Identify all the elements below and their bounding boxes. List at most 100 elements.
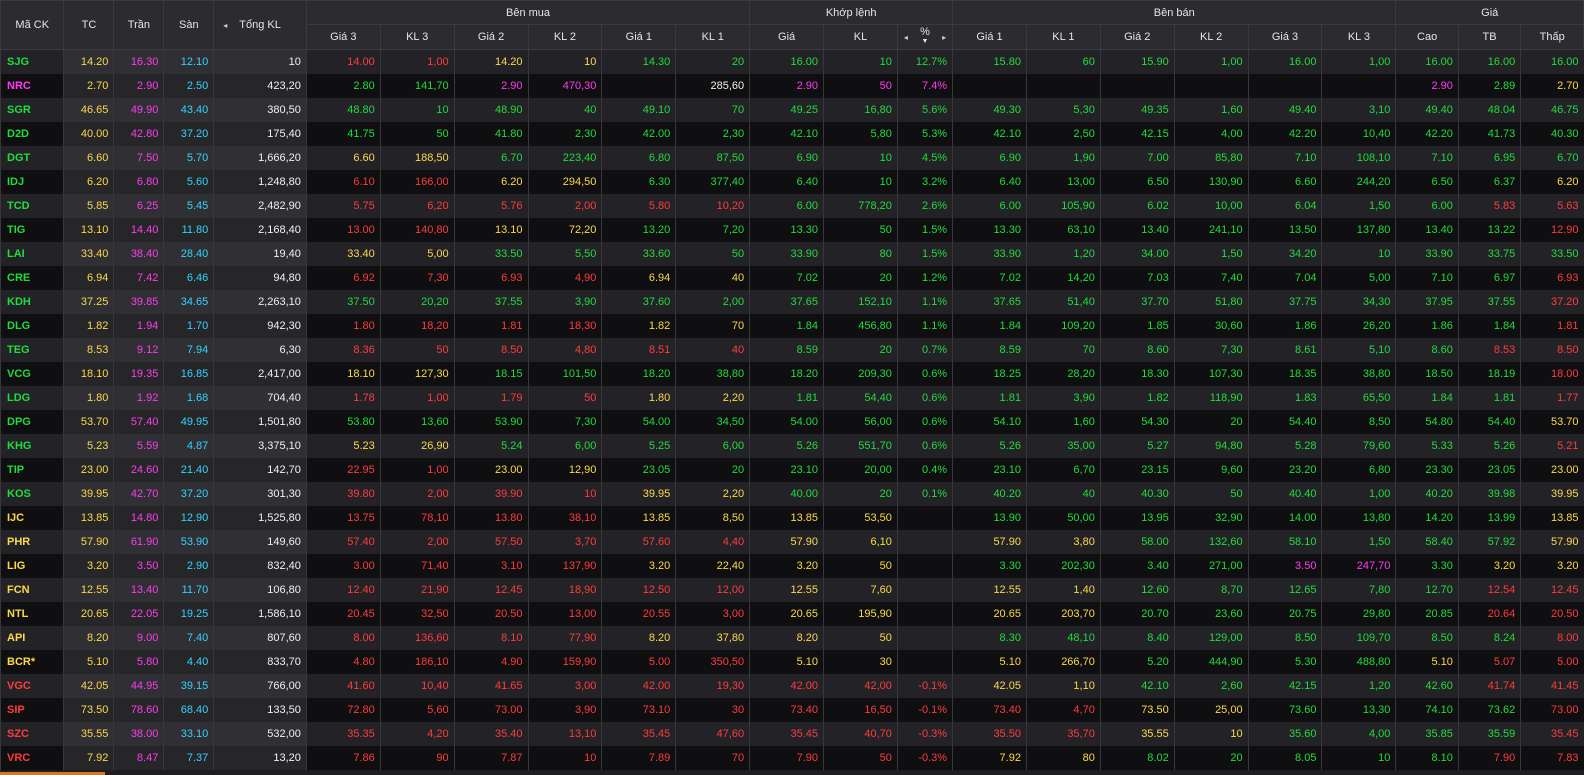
symbol-cell[interactable]: SJG	[0, 49, 64, 74]
table-row[interactable]: IDJ 6.20 6.80 5.60 1,248,80 6.10 166,00 6.20 294…	[0, 170, 1584, 194]
symbol-cell[interactable]: TIP	[0, 458, 64, 482]
symbol-cell[interactable]: VRC	[0, 746, 64, 770]
table-row[interactable]: KOS 39.95 42.70 37.20 301,30 39.80 2,00 39.90 10…	[0, 482, 1584, 506]
symbol-cell[interactable]: IJC	[0, 506, 64, 530]
table-row[interactable]: TIG 13.10 14.40 11.80 2,168,40 13.00 140,80 13.…	[0, 218, 1584, 242]
left-arrow-icon[interactable]: ◂	[901, 33, 911, 42]
table-row[interactable]: SIP 73.50 78.60 68.40 133,50 72.80 5,60 73.00 3,…	[0, 698, 1584, 722]
table-row[interactable]: SGR 46.65 49.90 43.40 380,50 48.80 10 48.90 40 49…	[0, 98, 1584, 122]
table-row[interactable]: DGT 6.60 7.50 5.70 1,666,20 6.60 188,50 6.70 223…	[0, 146, 1584, 170]
symbol-cell[interactable]: LDG	[0, 386, 64, 410]
table-row[interactable]: IJC 13.85 14.80 12.90 1,525,80 13.75 78,10 13.8…	[0, 506, 1584, 530]
right-arrow-icon[interactable]: ▸	[939, 33, 949, 42]
cell-b-g3: 41.60	[305, 674, 381, 698]
col-sell-price-1[interactable]: Giá 1	[952, 24, 1027, 50]
cell-s-g3: 1.83	[1247, 386, 1322, 410]
symbol-cell[interactable]: FCN	[0, 578, 64, 602]
table-row[interactable]: FCN 12.55 13.40 11.70 106,80 12.40 21,90 12.45 1…	[0, 578, 1584, 602]
symbol-cell[interactable]: KOS	[0, 482, 64, 506]
col-buy-vol-3[interactable]: KL 3	[379, 24, 455, 50]
symbol-cell[interactable]: CRE	[0, 266, 64, 290]
symbol-cell[interactable]: BCR*	[0, 650, 64, 674]
table-row[interactable]: CRE 6.94 7.42 6.46 94,80 6.92 7,30 6.93 4,90 6.94…	[0, 266, 1584, 290]
table-row[interactable]: API 8.20 9.00 7.40 807,60 8.00 136,60 8.10 77,90…	[0, 626, 1584, 650]
table-row[interactable]: LAI 33.40 38.40 28.40 19,40 33.40 5,00 33.50 5,5…	[0, 242, 1584, 266]
col-buy-price-2[interactable]: Giá 2	[453, 24, 529, 50]
col-buy-vol-1[interactable]: KL 1	[675, 24, 751, 50]
col-symbol[interactable]: Mã CK	[0, 0, 65, 50]
symbol-cell[interactable]: DGT	[0, 146, 64, 170]
table-row[interactable]: KHG 5.23 5.59 4.87 3,375,10 5.23 26,90 5.24 6,00…	[0, 434, 1584, 458]
col-avg[interactable]: TB	[1457, 24, 1522, 50]
table-row[interactable]: DLG 1.82 1.94 1.70 942,30 1.80 18,20 1.81 18,30 1…	[0, 314, 1584, 338]
col-buy-vol-2[interactable]: KL 2	[527, 24, 603, 50]
symbol-cell[interactable]: SIP	[0, 698, 64, 722]
cell-s-k3: 29,80	[1321, 602, 1396, 626]
cell-m-p	[896, 554, 953, 578]
table-row[interactable]: LIG 3.20 3.50 2.90 832,40 3.00 71,40 3.10 137,90…	[0, 554, 1584, 578]
symbol-cell[interactable]: PHR	[0, 530, 64, 554]
table-row[interactable]: TEG 8.53 9.12 7.94 6,30 8.36 50 8.50 4,80 8.51 40 8…	[0, 338, 1584, 362]
table-row[interactable]: TIP 23.00 24.60 21.40 142,70 22.95 1,00 23.00 12…	[0, 458, 1584, 482]
symbol-cell[interactable]: KDH	[0, 290, 64, 314]
symbol-cell[interactable]: SZC	[0, 722, 64, 746]
symbol-cell[interactable]: NRC	[0, 74, 64, 98]
symbol-cell[interactable]: TIG	[0, 218, 64, 242]
cell-tran: 5.59	[113, 434, 164, 458]
cell-s-k2: 118,90	[1173, 386, 1249, 410]
symbol-cell[interactable]: VCG	[0, 362, 64, 386]
symbol-cell[interactable]: TCD	[0, 194, 64, 218]
col-low[interactable]: Thấp	[1520, 24, 1584, 50]
cell-tot: 532,00	[213, 722, 307, 746]
cell-s-k1: 13,00	[1025, 170, 1101, 194]
col-high[interactable]: Cao	[1395, 24, 1459, 50]
symbol-cell[interactable]: LAI	[0, 242, 64, 266]
symbol-cell[interactable]: KHG	[0, 434, 64, 458]
symbol-cell[interactable]: D2D	[0, 122, 64, 146]
col-match-vol[interactable]: KL	[823, 24, 898, 50]
col-ref[interactable]: TC	[63, 0, 115, 50]
table-row[interactable]: KDH 37.25 39.85 34.65 2,263,10 37.50 20,20 37.5…	[0, 290, 1584, 314]
col-total-volume[interactable]: ◂ Tổng KL	[213, 0, 307, 50]
cell-b-g1: 6.94	[601, 266, 676, 290]
col-sell-price-3[interactable]: Giá 3	[1247, 24, 1323, 50]
col-sell-vol-3[interactable]: KL 3	[1321, 24, 1397, 50]
sort-down-icon[interactable]: ▼	[922, 37, 929, 46]
symbol-cell[interactable]: LIG	[0, 554, 64, 578]
cell-l: 6.20	[1520, 170, 1584, 194]
symbol-cell[interactable]: API	[0, 626, 64, 650]
table-row[interactable]: LDG 1.80 1.92 1.68 704,40 1.78 1,00 1.79 50 1.80 2…	[0, 386, 1584, 410]
col-match-price[interactable]: Giá	[749, 24, 825, 50]
symbol-cell[interactable]: TEG	[0, 338, 64, 362]
cell-s-g2: 18.30	[1099, 362, 1175, 386]
col-buy-price-3[interactable]: Giá 3	[305, 24, 381, 50]
table-row[interactable]: VRC 7.92 8.47 7.37 13,20 7.86 90 7.87 10 7.89 70 7.…	[0, 746, 1584, 770]
table-row[interactable]: SZC 35.55 38.00 33.10 532,00 35.35 4,20 35.40 13…	[0, 722, 1584, 746]
symbol-cell[interactable]: NTL	[0, 602, 64, 626]
cell-tran: 1.92	[113, 386, 164, 410]
symbol-cell[interactable]: DLG	[0, 314, 64, 338]
col-ceil[interactable]: Trần	[113, 0, 165, 50]
table-row[interactable]: VCG 18.10 19.35 16.85 2,417,00 18.10 127,30 18.…	[0, 362, 1584, 386]
table-row[interactable]: DPG 53.70 57.40 49.95 1,501,80 53.80 13,60 53.9…	[0, 410, 1584, 434]
symbol-cell[interactable]: VGC	[0, 674, 64, 698]
left-arrow-icon[interactable]: ◂	[220, 21, 230, 30]
symbol-cell[interactable]: DPG	[0, 410, 64, 434]
col-floor[interactable]: Sàn	[163, 0, 215, 50]
table-row[interactable]: D2D 40.00 42.80 37.20 175,40 41.75 50 41.80 2,30…	[0, 122, 1584, 146]
symbol-cell[interactable]: SGR	[0, 98, 64, 122]
table-row[interactable]: TCD 5.85 6.25 5.45 2,482,90 5.75 6,20 5.76 2,00 5…	[0, 194, 1584, 218]
col-match-pct[interactable]: ◂ % ▼ ▸	[896, 24, 954, 50]
table-row[interactable]: NTL 20.65 22.05 19.25 1,586,10 20.45 32,50 20.5…	[0, 602, 1584, 626]
col-buy-price-1[interactable]: Giá 1	[601, 24, 677, 50]
symbol-cell[interactable]: IDJ	[0, 170, 64, 194]
table-row[interactable]: BCR* 5.10 5.80 4.40 833,70 4.80 186,10 4.90 159,…	[0, 650, 1584, 674]
table-row[interactable]: VGC 42.05 44.95 39.15 766,00 41.60 10,40 41.65 3…	[0, 674, 1584, 698]
col-sell-vol-2[interactable]: KL 2	[1173, 24, 1249, 50]
table-row[interactable]: SJG 14.20 16.30 12.10 10 14.00 1,00 14.20 10 14.3…	[0, 49, 1584, 74]
col-sell-price-2[interactable]: Giá 2	[1099, 24, 1175, 50]
col-sell-vol-1[interactable]: KL 1	[1025, 24, 1101, 50]
cell-s-k1: 14,20	[1025, 266, 1101, 290]
table-row[interactable]: PHR 57.90 61.90 53.90 149,60 57.40 2,00 57.50 3,…	[0, 530, 1584, 554]
table-row[interactable]: NRC 2.70 2.90 2.50 423,20 2.80 141,70 2.90 470,3…	[0, 74, 1584, 98]
